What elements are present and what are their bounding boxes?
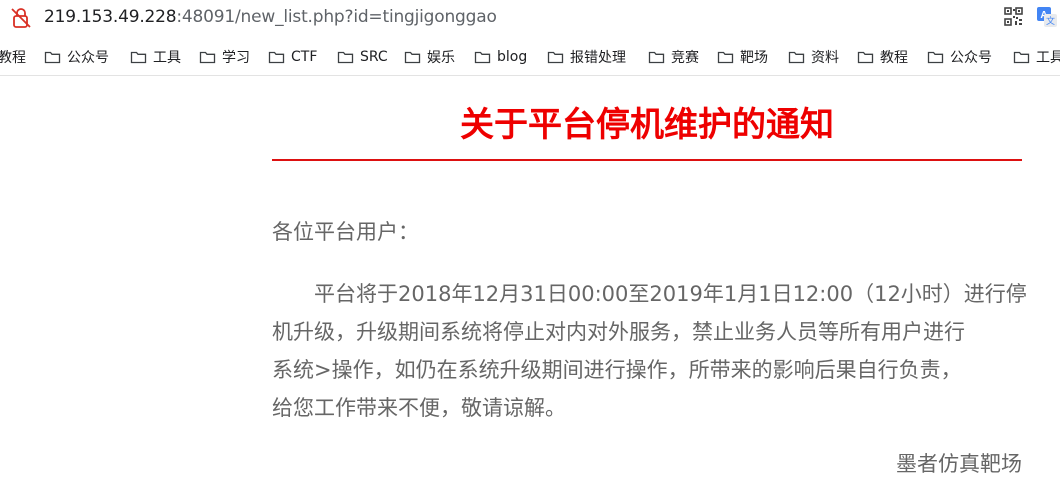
bookmark-item[interactable]: 公众号 bbox=[927, 47, 992, 67]
bookmark-item[interactable]: 教程 bbox=[0, 47, 26, 67]
bookmark-label: blog bbox=[497, 49, 528, 65]
url-host: 219.153.49.228 bbox=[44, 7, 177, 27]
notice-body-line: 平台将于2018年12月31日00:00至2019年1月1日12:00（12小时… bbox=[272, 282, 1027, 306]
bookmark-label: 娱乐 bbox=[427, 50, 455, 66]
bookmark-label: 报错处理 bbox=[570, 50, 626, 66]
folder-icon bbox=[547, 51, 564, 64]
bookmark-item[interactable]: 教程 bbox=[857, 47, 908, 67]
bookmark-label: 教程 bbox=[880, 50, 908, 66]
title-divider bbox=[272, 159, 1022, 161]
folder-icon bbox=[337, 51, 354, 64]
notice-page: 关于平台停机维护的通知 各位平台用户： 平台将于2018年12月31日00:00… bbox=[0, 77, 1060, 487]
bookmark-label: 资料 bbox=[811, 50, 839, 66]
signature: 墨者仿真靶场 bbox=[896, 452, 1022, 476]
not-secure-lock-icon[interactable] bbox=[10, 7, 32, 29]
bookmark-label: CTF bbox=[291, 49, 318, 65]
folder-icon bbox=[1013, 51, 1030, 64]
bookmark-item[interactable]: SRC bbox=[337, 47, 388, 67]
bookmark-item[interactable]: 竞赛 bbox=[648, 47, 699, 67]
folder-icon bbox=[130, 51, 147, 64]
bookmark-label: 工具 bbox=[1036, 50, 1060, 66]
bookmark-label: 竞赛 bbox=[671, 50, 699, 66]
folder-icon bbox=[717, 51, 734, 64]
translate-icon[interactable]: A 文 bbox=[1036, 6, 1058, 28]
bookmark-label: 教程 bbox=[0, 50, 26, 66]
page-title: 关于平台停机维护的通知 bbox=[460, 105, 834, 145]
bookmarks-bar: 教程 公众号 工具 学习 CTF SRC 娱乐 blog 报错处理 竞赛 靶场 资料 教程 公众号 工具 bbox=[0, 38, 1060, 76]
bookmark-label: SRC bbox=[360, 49, 388, 65]
qr-code-icon[interactable] bbox=[1004, 7, 1023, 26]
bookmark-item[interactable]: 公众号 bbox=[44, 47, 109, 67]
greeting: 各位平台用户： bbox=[272, 220, 419, 244]
folder-icon bbox=[927, 51, 944, 64]
folder-icon bbox=[857, 51, 874, 64]
bookmark-item[interactable]: 学习 bbox=[199, 47, 250, 67]
bookmark-item[interactable]: 工具 bbox=[130, 47, 181, 67]
bookmark-item[interactable]: 工具 bbox=[1013, 47, 1060, 67]
notice-body: 平台将于2018年12月31日00:00至2019年1月1日12:00（12小时… bbox=[272, 275, 1027, 427]
folder-icon bbox=[648, 51, 665, 64]
bookmark-item[interactable]: CTF bbox=[268, 47, 317, 67]
bookmark-label: 公众号 bbox=[950, 50, 992, 66]
folder-icon bbox=[44, 51, 61, 64]
bookmark-item[interactable]: 娱乐 bbox=[404, 47, 455, 67]
url-path: :48091/new_list.php?id=tingjigonggao bbox=[176, 7, 497, 27]
bookmark-label: 公众号 bbox=[67, 50, 109, 66]
svg-text:文: 文 bbox=[1046, 15, 1055, 27]
folder-icon bbox=[788, 51, 805, 64]
bookmark-item[interactable]: 报错处理 bbox=[547, 47, 626, 67]
folder-icon bbox=[404, 51, 421, 64]
bookmark-label: 靶场 bbox=[740, 50, 768, 66]
folder-icon bbox=[199, 51, 216, 64]
url-field[interactable]: 219.153.49.228:48091/new_list.php?id=tin… bbox=[44, 6, 497, 28]
folder-icon bbox=[268, 51, 285, 64]
address-bar[interactable]: 219.153.49.228:48091/new_list.php?id=tin… bbox=[0, 0, 1060, 36]
notice-body-line: 机升级，升级期间系统将停止对内对外服务，禁止业务人员等所有用户进行 bbox=[272, 320, 965, 344]
bookmark-item[interactable]: blog bbox=[474, 47, 527, 67]
bookmark-label: 工具 bbox=[153, 50, 181, 66]
bookmark-item[interactable]: 靶场 bbox=[717, 47, 768, 67]
notice-body-line: 系统>操作，如仍在系统升级期间进行操作，所带来的影响后果自行负责， bbox=[272, 358, 962, 382]
bookmark-item[interactable]: 资料 bbox=[788, 47, 839, 67]
bookmark-label: 学习 bbox=[222, 50, 250, 66]
folder-icon bbox=[474, 51, 491, 64]
notice-body-line: 给您工作带来不便，敬请谅解。 bbox=[272, 396, 566, 420]
